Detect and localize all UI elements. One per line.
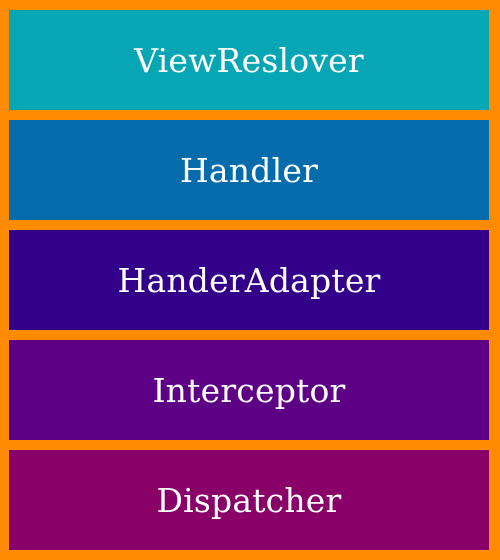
layer-stack-diagram: ViewReslover Handler HanderAdapter Inter… (0, 0, 500, 560)
layer-label: Interceptor (152, 370, 346, 410)
layer-interceptor: Interceptor (9, 340, 489, 440)
layer-dispatcher: Dispatcher (9, 450, 489, 550)
layer-label: HanderAdapter (117, 260, 381, 300)
layer-handeradapter: HanderAdapter (9, 230, 489, 330)
layer-viewreslover: ViewReslover (9, 10, 489, 110)
layer-label: Handler (179, 150, 319, 190)
layer-label: ViewReslover (134, 40, 364, 80)
layer-handler: Handler (9, 120, 489, 220)
layer-label: Dispatcher (156, 480, 342, 520)
